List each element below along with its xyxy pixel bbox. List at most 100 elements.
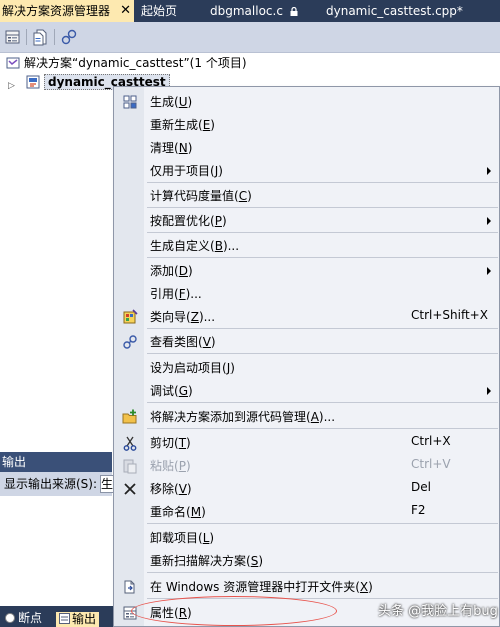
menu-separator xyxy=(147,523,498,524)
menu-item-code-metrics[interactable]: 计算代码度量值(C) xyxy=(115,184,499,207)
menu-shortcut: Ctrl+V xyxy=(411,457,451,471)
lock-icon xyxy=(290,7,298,16)
access-key: S xyxy=(250,554,259,568)
menu-item-rebuild[interactable]: 重新生成(E) xyxy=(115,113,499,136)
output-source-select[interactable]: 生 xyxy=(100,475,114,493)
menu-label: 清理 xyxy=(150,141,175,155)
menu-item-unload[interactable]: 卸载项目(L) xyxy=(115,526,499,549)
menu-item-remove[interactable]: 移除(V) Del xyxy=(115,477,499,500)
tab-breakpoints-label: 断点 xyxy=(18,611,43,625)
access-key: P xyxy=(178,459,186,473)
tab-breakpoints[interactable]: 断点 xyxy=(4,609,42,627)
submenu-arrow-icon xyxy=(487,167,491,175)
show-all-files-icon[interactable] xyxy=(32,28,50,46)
menu-separator xyxy=(147,428,498,429)
watermark: 头条 @我脸上有bug xyxy=(378,604,498,619)
breakpoint-icon xyxy=(5,613,15,623)
menu-separator xyxy=(147,207,498,208)
delete-x-icon xyxy=(124,483,136,495)
properties-icon[interactable] xyxy=(4,28,22,46)
menu-label: 设为启动项目 xyxy=(150,361,223,375)
menu-item-add[interactable]: 添加(D) xyxy=(115,259,499,282)
close-icon[interactable]: ✕ xyxy=(120,0,131,22)
toolbar-separator xyxy=(26,29,27,45)
tab-output[interactable]: 输出 xyxy=(56,612,100,627)
access-key: V xyxy=(202,335,211,349)
scissors-icon xyxy=(123,436,137,451)
menu-label: 类向导 xyxy=(150,310,187,324)
output-source-label: 显示输出来源(S): xyxy=(4,477,98,491)
access-key: X xyxy=(359,580,369,594)
menu-item-class-wizard[interactable]: 类向导(Z)... Ctrl+Shift+X xyxy=(115,305,499,328)
menu-item-set-startup[interactable]: 设为启动项目(J) xyxy=(115,356,499,379)
menu-label: 添加 xyxy=(150,264,175,278)
tab-dbgmalloc-label: dbgmalloc.c xyxy=(210,4,283,18)
output-toolbar: 显示输出来源(S): xyxy=(0,472,112,496)
menu-separator xyxy=(147,402,498,403)
menu-separator xyxy=(147,328,498,329)
access-key: J xyxy=(214,164,219,178)
tree-solution-node[interactable]: 解决方案“dynamic_casttest”(1 个项目) xyxy=(0,54,500,72)
menu-separator xyxy=(147,572,498,573)
tab-dbgmalloc[interactable]: dbgmalloc.c xyxy=(210,0,298,22)
menu-separator xyxy=(147,232,498,233)
menu-item-cut[interactable]: 剪切(T) Ctrl+X xyxy=(115,431,499,454)
menu-item-references[interactable]: 引用(F)... xyxy=(115,282,499,305)
menu-label: 仅用于项目 xyxy=(150,164,211,178)
menu-label: 粘贴 xyxy=(150,459,175,473)
tab-start-page-label: 起始页 xyxy=(141,4,178,18)
tab-solution-explorer[interactable]: 解决方案资源管理器 ✕ xyxy=(0,0,134,22)
menu-shortcut: Ctrl+Shift+X xyxy=(411,308,488,322)
menu-item-paste[interactable]: 粘贴(P) Ctrl+V xyxy=(115,454,499,477)
output-icon xyxy=(59,613,70,624)
tab-solution-explorer-label: 解决方案资源管理器 xyxy=(2,4,111,18)
menu-item-add-source-control[interactable]: 将解决方案添加到源代码管理(A)... xyxy=(115,405,499,428)
output-content xyxy=(0,496,112,606)
access-key: M xyxy=(190,505,202,519)
solution-explorer-toolbar xyxy=(0,22,500,53)
open-folder-icon xyxy=(124,580,135,594)
menu-item-debug[interactable]: 调试(G) xyxy=(115,379,499,402)
menu-label: 剪切 xyxy=(150,436,175,450)
menu-shortcut: Ctrl+X xyxy=(411,434,451,448)
menu-item-custom-build[interactable]: 生成自定义(B)... xyxy=(115,234,499,257)
menu-item-open-in-explorer[interactable]: 在 Windows 资源管理器中打开文件夹(X) xyxy=(115,575,499,598)
tab-start-page[interactable]: 起始页 xyxy=(141,0,177,22)
menu-label: 卸载项目 xyxy=(150,531,199,545)
menu-item-pgo[interactable]: 按配置优化(P) xyxy=(115,209,499,232)
menu-label: 移除 xyxy=(150,482,175,496)
access-key: T xyxy=(178,436,187,450)
menu-item-rescan[interactable]: 重新扫描解决方案(S) xyxy=(115,549,499,572)
menu-separator xyxy=(147,182,498,183)
menu-label: 在 Windows 资源管理器中打开文件夹 xyxy=(150,580,356,594)
properties-highlight-annotation xyxy=(131,596,337,626)
access-key: L xyxy=(202,531,210,545)
access-key: E xyxy=(202,118,211,132)
menu-label: 将解决方案添加到源代码管理 xyxy=(150,410,307,424)
menu-label: 重新扫描解决方案 xyxy=(150,554,247,568)
class-wizard-icon xyxy=(123,309,138,324)
access-key: D xyxy=(178,264,188,278)
menu-item-clean[interactable]: 清理(N) xyxy=(115,136,499,159)
class-view-icon[interactable] xyxy=(60,28,78,46)
menu-label: 生成自定义 xyxy=(150,239,211,253)
menu-item-rename[interactable]: 重命名(M) F2 xyxy=(115,500,499,523)
folder-plus-icon xyxy=(122,409,137,424)
access-key: N xyxy=(178,141,188,155)
class-diagram-icon xyxy=(123,335,137,349)
access-key: G xyxy=(178,384,189,398)
menu-item-build[interactable]: 生成(U) xyxy=(115,90,499,113)
submenu-arrow-icon xyxy=(487,387,491,395)
menu-separator xyxy=(147,257,498,258)
document-tab-bar: 解决方案资源管理器 ✕ 起始页 dbgmalloc.c dynamic_cast… xyxy=(0,0,500,22)
access-key: B xyxy=(214,239,223,253)
expand-arrow-icon[interactable]: ▷ xyxy=(8,77,15,95)
tab-output-label: 输出 xyxy=(72,612,97,626)
tab-dynamic-casttest-cpp[interactable]: dynamic_casttest.cpp* xyxy=(326,0,463,22)
menu-item-view-class-diagram[interactable]: 查看类图(V) xyxy=(115,330,499,353)
build-icon xyxy=(123,95,137,109)
toolbar-separator xyxy=(54,29,55,45)
solution-label: 解决方案“dynamic_casttest”(1 个项目) xyxy=(24,56,247,70)
access-key: F xyxy=(178,287,186,301)
menu-item-project-only[interactable]: 仅用于项目(J) xyxy=(115,159,499,182)
